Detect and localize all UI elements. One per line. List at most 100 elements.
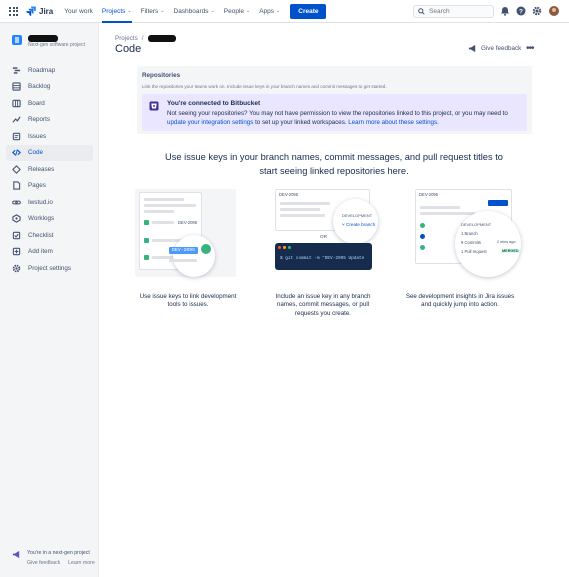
search-input[interactable] (429, 8, 489, 15)
jira-logo[interactable]: Jira (26, 6, 53, 16)
search-field[interactable] (413, 5, 494, 18)
assignee-avatar (201, 244, 211, 254)
main-content: Projects / Code Give feedback ••• Reposi… (99, 23, 569, 577)
caption-dev-insights: See development insights in Jira issues … (405, 293, 515, 309)
card-issue-key: DEV-2095 (279, 192, 299, 197)
breadcrumb-separator: / (141, 35, 144, 42)
sidebar-item-label: Pages (28, 182, 46, 190)
sidebar-item-label: Checklist (28, 231, 54, 239)
issue-key-badge: DEV-2095 (169, 247, 199, 254)
branch-count: 1 Branch (461, 231, 478, 236)
nav-your-work[interactable]: Your work (64, 0, 93, 23)
sidebar-item-label: Backlog (28, 83, 51, 91)
next-gen-footer: You're in a next-gen project Give feedba… (12, 550, 95, 566)
commit-count: 9 Commits (461, 240, 482, 245)
learn-more-settings-link[interactable]: Learn more about these settings. (348, 119, 438, 126)
releases-icon (12, 164, 21, 174)
caption-link-issues: Use issue keys to link development tools… (139, 293, 237, 309)
breadcrumb-projects-link[interactable]: Projects (115, 35, 138, 42)
chevron-down-icon: ⌄ (246, 8, 251, 14)
project-name-redacted (28, 35, 58, 42)
sidebar-item-roadmap[interactable]: Roadmap (6, 62, 93, 79)
give-feedback-button[interactable]: Give feedback (468, 44, 521, 53)
nav-filters[interactable]: Filters ⌄ (141, 0, 165, 23)
nav-apps[interactable]: Apps ⌄ (259, 0, 280, 23)
code-icon (12, 149, 21, 157)
illustration-link-issues: DEV-2095 DEV-2095 (135, 189, 240, 281)
nav-people[interactable]: People ⌄ (224, 0, 250, 23)
nav-dashboards-label: Dashboards (173, 7, 209, 15)
commit-time: 2 mins ago (497, 240, 516, 244)
sidebar-item-label: Roadmap (28, 66, 56, 74)
repositories-title: Repositories (142, 72, 181, 79)
sidebar-item-releases[interactable]: Releases (6, 161, 93, 178)
chevron-down-icon: ⌄ (160, 8, 165, 14)
connected-text-1: Not seeing your repositories? You may no… (167, 110, 508, 117)
magnifier-circle (173, 235, 215, 277)
jira-logo-icon (26, 6, 36, 16)
pull-request-count: 1 Pull request (461, 249, 487, 254)
empty-state-headline: Use issue keys in your branch names, com… (165, 152, 503, 176)
chevron-down-icon: ⌄ (127, 8, 132, 14)
connected-body: Not seeing your repositories? You may no… (167, 109, 517, 127)
sidebar-item-label: Board (28, 99, 45, 107)
sidebar-item-label: Worklogs (28, 215, 55, 223)
help-icon[interactable]: ? (516, 6, 526, 16)
connected-text-2: to set up your linked workspaces. (255, 119, 347, 126)
sidebar-item-label: Releases (28, 165, 55, 173)
merged-lozenge: MERGED (501, 249, 520, 253)
create-branch-link: ⑂ Create branch (342, 222, 376, 227)
more-actions-button[interactable]: ••• (526, 43, 534, 54)
checklist-icon (12, 231, 21, 239)
apps-grid-icon[interactable] (9, 6, 18, 16)
footer-give-feedback-link[interactable]: Give feedback (27, 560, 60, 566)
update-integration-settings-link[interactable]: update your integration settings (167, 119, 253, 126)
nav-your-work-label: Your work (64, 7, 93, 15)
link-icon (12, 200, 21, 205)
pages-icon (13, 181, 21, 190)
development-label: DEVELOPMENT (461, 222, 492, 227)
sidebar-nav: Roadmap Backlog Board Reports Issues Cod… (6, 62, 93, 277)
issues-icon (12, 132, 21, 140)
next-gen-text: You're in a next-gen project (27, 550, 90, 556)
sidebar-item-pages[interactable]: Pages (6, 178, 93, 195)
bitbucket-connected-message: You're connected to Bitbucket Not seeing… (142, 94, 527, 131)
nav-people-label: People (223, 7, 245, 15)
profile-avatar[interactable] (549, 6, 559, 16)
roadmap-icon (12, 67, 21, 74)
backlog-icon (12, 82, 21, 91)
connected-title: You're connected to Bitbucket (167, 100, 261, 107)
settings-icon[interactable] (532, 6, 542, 16)
illustration-create-branch: DEV-2095 DEVELOPMENT ⑂ Create branch OR … (275, 189, 380, 281)
chevron-down-icon: ⌄ (210, 8, 215, 14)
nav-apps-label: Apps (259, 7, 275, 15)
sidebar-item-worklogs[interactable]: Worklogs (6, 211, 93, 228)
nav-filters-label: Filters (140, 7, 159, 15)
sidebar-item-reports[interactable]: Reports (6, 112, 93, 129)
sidebar-item-project-settings[interactable]: Project settings (6, 260, 93, 277)
sidebar-item-checklist[interactable]: Checklist (6, 227, 93, 244)
sidebar-item-add-item[interactable]: Add item (6, 244, 93, 261)
top-navigation: Jira Your work Projects ⌄ Filters ⌄ Dash… (0, 0, 569, 23)
sidebar-item-label: Code (28, 149, 44, 157)
sidebar-item-issues[interactable]: Issues (6, 128, 93, 145)
project-sidebar: Next-gen software project Roadmap Backlo… (0, 23, 99, 577)
card-issue-key: DEV-2095 (419, 192, 439, 197)
create-button[interactable]: Create (290, 3, 327, 19)
nav-dashboards[interactable]: Dashboards ⌄ (174, 0, 215, 23)
terminal-mockup: $ git commit -m "DEV-2095 Update (275, 243, 372, 270)
breadcrumb-project-redacted[interactable] (147, 35, 176, 42)
sidebar-item-label: Add item (28, 248, 53, 256)
sidebar-item-board[interactable]: Board (6, 95, 93, 112)
notifications-icon[interactable] (500, 6, 510, 16)
project-type: Next-gen software project (28, 42, 85, 48)
repositories-subtitle: Link the repositories your teams work on… (142, 84, 387, 89)
megaphone-icon (468, 44, 476, 53)
sidebar-item-iwstud[interactable]: Iwstud.io (6, 194, 93, 211)
sidebar-item-code[interactable]: Code (6, 144, 93, 161)
sidebar-item-backlog[interactable]: Backlog (6, 79, 93, 96)
nav-projects[interactable]: Projects ⌄ (101, 0, 132, 23)
sidebar-item-label: Reports (28, 116, 51, 124)
footer-learn-more-link[interactable]: Learn more (68, 560, 95, 566)
sidebar-item-label: Project settings (28, 264, 72, 272)
